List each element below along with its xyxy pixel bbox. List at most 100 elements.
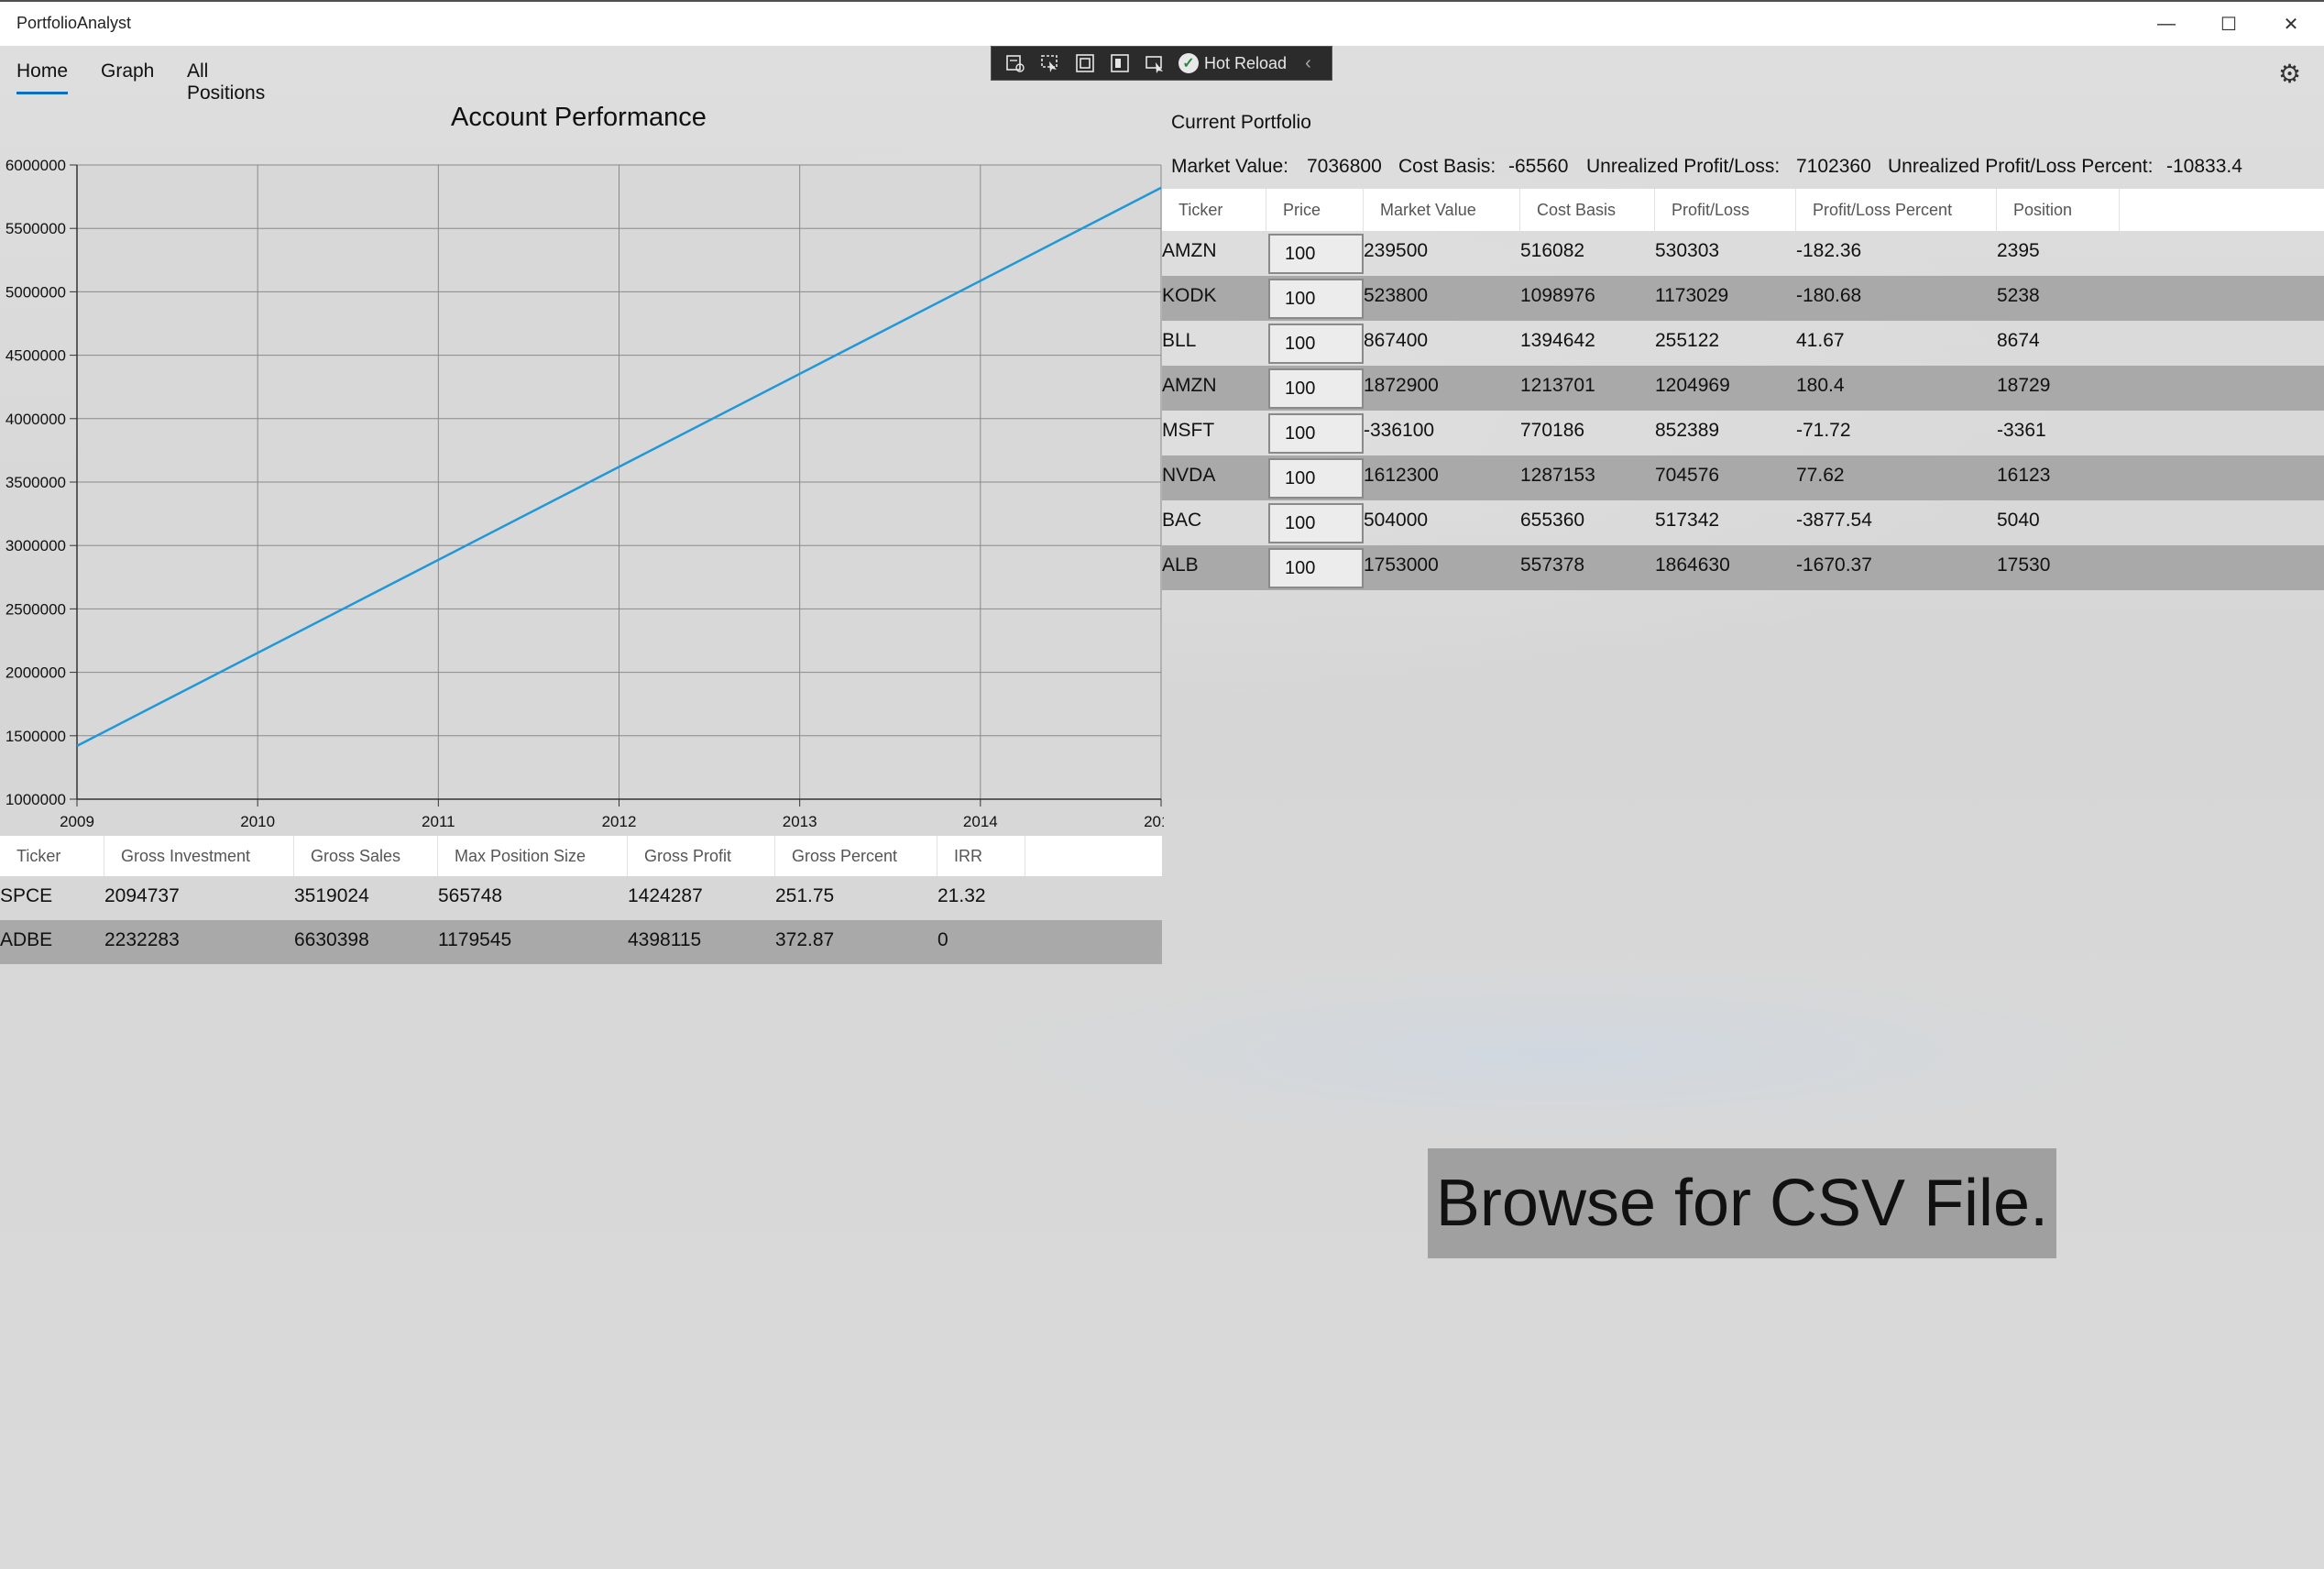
column-header-price[interactable]: Price <box>1266 189 1364 231</box>
table-row[interactable]: AMZN 100 239500 516082 530303 -182.36 2395 <box>1162 231 2324 276</box>
table-row[interactable]: BAC 100 504000 655360 517342 -3877.54 5040 <box>1162 500 2324 545</box>
cell-profit-loss-percent: -71.72 <box>1796 420 1851 441</box>
cell-gross-sales: 3519024 <box>294 885 369 906</box>
cell-cost-basis: 1098976 <box>1520 285 1595 306</box>
cell-cost-basis: 1394642 <box>1520 330 1595 351</box>
account-performance-chart: 1000000 1500000 2000000 2500000 3000000 35000… <box>5 157 1164 830</box>
cell-cost-basis: 655360 <box>1520 510 1585 531</box>
close-icon[interactable]: ✕ <box>2260 2 2322 46</box>
cell-ticker: SPCE <box>0 885 53 906</box>
column-header-profit-loss-percent[interactable]: Profit/Loss Percent <box>1796 189 1997 231</box>
market-value-label: Market Value: <box>1171 156 1288 177</box>
cell-market-value: -336100 <box>1364 420 1435 441</box>
cell-market-value: 523800 <box>1364 285 1429 306</box>
positions-table-header: Ticker Gross Investment Gross Sales Max … <box>0 836 1162 876</box>
table-row[interactable]: ALB 100 1753000 557378 1864630 -1670.37 17530 <box>1162 545 2324 590</box>
price-input[interactable]: 100 <box>1268 368 1364 409</box>
cell-profit-loss-percent: -3877.54 <box>1796 510 1872 531</box>
cell-profit-loss: 1204969 <box>1655 375 1730 396</box>
y-tick-label: 6000000 <box>5 157 66 174</box>
column-header-cost-basis[interactable]: Cost Basis <box>1520 189 1655 231</box>
column-header-max-position-size[interactable]: Max Position Size <box>438 836 628 876</box>
table-row[interactable]: MSFT 100 -336100 770186 852389 -71.72 -3361 <box>1162 411 2324 455</box>
y-tick-label: 1000000 <box>5 791 66 808</box>
x-tick-label: 2009 <box>60 813 94 830</box>
cell-gross-investment: 2094737 <box>104 885 180 906</box>
price-input[interactable]: 100 <box>1268 279 1364 319</box>
cell-position: 2395 <box>1997 240 2040 261</box>
cell-ticker: KODK <box>1162 285 1217 306</box>
x-tick-label: 2013 <box>783 813 817 830</box>
column-header-market-value[interactable]: Market Value <box>1364 189 1520 231</box>
cell-profit-loss-percent: 180.4 <box>1796 375 1845 396</box>
table-row[interactable]: AMZN 100 1872900 1213701 1204969 180.4 18729 <box>1162 366 2324 411</box>
cell-market-value: 239500 <box>1364 240 1429 261</box>
price-input[interactable]: 100 <box>1268 234 1364 274</box>
settings-gear-icon[interactable]: ⚙ <box>2278 59 2301 89</box>
cell-market-value: 1612300 <box>1364 465 1439 486</box>
collapse-chevron-icon[interactable]: ‹ <box>1305 53 1311 74</box>
table-row[interactable]: ADBE 2232283 6630398 1179545 4398115 372… <box>0 920 1162 964</box>
table-row[interactable]: BLL 100 867400 1394642 255122 41.67 8674 <box>1162 321 2324 366</box>
unrealized-pl-label: Unrealized Profit/Loss: <box>1586 156 1781 177</box>
cell-max-position-size: 565748 <box>438 885 503 906</box>
price-input[interactable]: 100 <box>1268 548 1364 588</box>
live-visual-tree-icon[interactable] <box>1004 52 1026 74</box>
column-header-profit-loss[interactable]: Profit/Loss <box>1655 189 1796 231</box>
cell-cost-basis: 516082 <box>1520 240 1585 261</box>
tab-graph[interactable]: Graph <box>101 60 154 82</box>
column-header-gross-percent[interactable]: Gross Percent <box>775 836 937 876</box>
table-row[interactable]: NVDA 100 1612300 1287153 704576 77.62 16123 <box>1162 455 2324 500</box>
cell-gross-sales: 6630398 <box>294 929 369 950</box>
cell-irr: 0 <box>937 929 948 950</box>
select-element-icon[interactable] <box>1039 52 1061 74</box>
minimize-icon[interactable]: — <box>2135 2 2198 46</box>
tab-home[interactable]: Home <box>16 60 68 82</box>
hot-reload-status[interactable]: ✓ Hot Reload <box>1178 53 1287 73</box>
layout-adorner-icon[interactable] <box>1144 52 1166 74</box>
column-header-gross-profit[interactable]: Gross Profit <box>628 836 775 876</box>
cell-ticker: AMZN <box>1162 375 1217 396</box>
cell-profit-loss-percent: 77.62 <box>1796 465 1845 486</box>
cell-position: -3361 <box>1997 420 2046 441</box>
cell-ticker: MSFT <box>1162 420 1215 441</box>
cell-profit-loss: 517342 <box>1655 510 1720 531</box>
display-adorners-icon[interactable] <box>1074 52 1096 74</box>
column-header-irr[interactable]: IRR <box>937 836 1025 876</box>
y-tick-label: 1500000 <box>5 728 66 745</box>
cost-basis-label: Cost Basis: <box>1398 156 1496 177</box>
track-focus-icon[interactable] <box>1109 52 1131 74</box>
unrealized-pl-value: 7102360 <box>1796 156 1871 177</box>
y-tick-label: 5000000 <box>5 283 66 301</box>
cell-market-value: 1872900 <box>1364 375 1439 396</box>
table-row[interactable]: SPCE 2094737 3519024 565748 1424287 251.… <box>0 876 1162 920</box>
cell-market-value: 1753000 <box>1364 554 1439 576</box>
price-input[interactable]: 100 <box>1268 503 1364 543</box>
cell-gross-investment: 2232283 <box>104 929 180 950</box>
column-header-ticker[interactable]: Ticker <box>1162 189 1266 231</box>
price-input[interactable]: 100 <box>1268 324 1364 364</box>
table-row[interactable]: KODK 100 523800 1098976 1173029 -180.68 5238 <box>1162 276 2324 321</box>
maximize-icon[interactable]: ☐ <box>2198 2 2260 46</box>
price-input[interactable]: 100 <box>1268 458 1364 499</box>
column-header-position[interactable]: Position <box>1997 189 2120 231</box>
cell-profit-loss: 704576 <box>1655 465 1720 486</box>
column-header-ticker[interactable]: Ticker <box>0 836 104 876</box>
column-header-gross-investment[interactable]: Gross Investment <box>104 836 294 876</box>
y-tick-label: 3000000 <box>5 537 66 554</box>
hot-reload-label: Hot Reload <box>1204 53 1288 72</box>
cell-profit-loss-percent: -1670.37 <box>1796 554 1872 576</box>
browse-csv-button[interactable]: Browse for CSV File. <box>1428 1148 2056 1258</box>
price-input[interactable]: 100 <box>1268 413 1364 454</box>
cell-ticker: ADBE <box>0 929 53 950</box>
cell-market-value: 504000 <box>1364 510 1429 531</box>
y-tick-label: 2500000 <box>5 600 66 618</box>
cell-cost-basis: 1287153 <box>1520 465 1595 486</box>
column-header-gross-sales[interactable]: Gross Sales <box>294 836 438 876</box>
title-bar: PortfolioAnalyst — ☐ ✕ <box>0 0 2324 46</box>
cell-position: 5040 <box>1997 510 2040 531</box>
cell-gross-percent: 372.87 <box>775 929 835 950</box>
tab-all-positions[interactable]: All Positions <box>187 60 265 104</box>
y-tick-label: 3500000 <box>5 474 66 491</box>
x-tick-label: 2012 <box>602 813 637 830</box>
